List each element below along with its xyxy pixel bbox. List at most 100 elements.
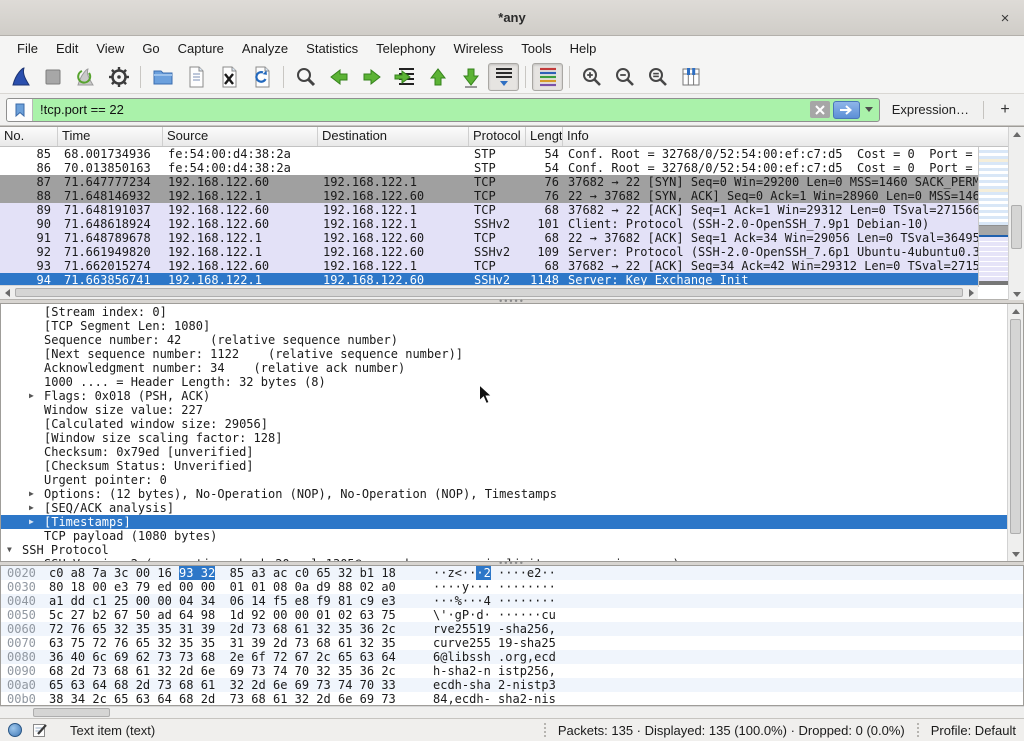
start-capture-button[interactable] xyxy=(4,63,35,91)
auto-scroll-button[interactable] xyxy=(488,63,519,91)
expander-arrow[interactable] xyxy=(29,375,44,389)
expander-arrow[interactable] xyxy=(29,361,44,375)
menu-capture[interactable]: Capture xyxy=(169,38,233,59)
expander-arrow[interactable]: ▶ xyxy=(29,515,44,529)
capture-options-button[interactable] xyxy=(103,63,134,91)
hex-row[interactable]: 0040a1 dd c1 25 00 00 04 34 06 14 f5 e8 … xyxy=(1,594,1023,608)
close-icon[interactable]: × xyxy=(994,7,1016,29)
profile-label[interactable]: Profile: Default xyxy=(931,723,1016,738)
detail-line[interactable]: [Checksum Status: Unverified] xyxy=(1,459,1007,473)
expert-info-icon[interactable] xyxy=(8,723,22,737)
menu-edit[interactable]: Edit xyxy=(47,38,87,59)
scroll-thumb[interactable] xyxy=(33,708,110,717)
expander-arrow[interactable] xyxy=(29,431,44,445)
go-last-button[interactable] xyxy=(455,63,486,91)
hex-row[interactable]: 009068 2d 73 68 61 32 2d 6e 69 73 74 70 … xyxy=(1,664,1023,678)
detail-line[interactable]: ▶Flags: 0x018 (PSH, ACK) xyxy=(1,389,1007,403)
expander-arrow[interactable] xyxy=(29,529,44,543)
expander-arrow[interactable] xyxy=(29,403,44,417)
detail-line[interactable]: Checksum: 0x79ed [unverified] xyxy=(1,445,1007,459)
filter-apply-button[interactable] xyxy=(833,101,860,119)
go-first-button[interactable] xyxy=(422,63,453,91)
scroll-left-icon[interactable] xyxy=(0,286,14,299)
expander-arrow[interactable] xyxy=(29,445,44,459)
detail-line[interactable]: [Calculated window size: 29056] xyxy=(1,417,1007,431)
menu-help[interactable]: Help xyxy=(561,38,606,59)
detail-line[interactable]: TCP payload (1080 bytes) xyxy=(1,529,1007,543)
packet-row-88[interactable]: 8871.648146932192.168.122.1192.168.122.6… xyxy=(0,189,978,203)
menu-statistics[interactable]: Statistics xyxy=(297,38,367,59)
detail-line[interactable]: Acknowledgment number: 34 (relative ack … xyxy=(1,361,1007,375)
expander-arrow[interactable] xyxy=(29,319,44,333)
resize-columns-button[interactable] xyxy=(675,63,706,91)
reload-file-button[interactable] xyxy=(246,63,277,91)
menu-file[interactable]: File xyxy=(8,38,47,59)
menu-telephony[interactable]: Telephony xyxy=(367,38,444,59)
find-packet-button[interactable] xyxy=(290,63,321,91)
stop-capture-button[interactable] xyxy=(37,63,68,91)
packet-row-93[interactable]: 9371.662015274192.168.122.60192.168.122.… xyxy=(0,259,978,273)
hex-row[interactable]: 003080 18 00 e3 79 ed 00 00 01 01 08 0a … xyxy=(1,580,1023,594)
menu-go[interactable]: Go xyxy=(133,38,168,59)
detail-line[interactable]: [Window size scaling factor: 128] xyxy=(1,431,1007,445)
bytes-hscrollbar[interactable] xyxy=(0,706,1024,718)
scroll-thumb[interactable] xyxy=(1010,319,1021,534)
colorize-packets-button[interactable] xyxy=(532,63,563,91)
scroll-up-icon[interactable] xyxy=(1008,304,1024,318)
go-back-button[interactable] xyxy=(323,63,354,91)
detail-line-timestamps-selected[interactable]: ▶[Timestamps] xyxy=(1,515,1007,529)
capture-comment-icon[interactable] xyxy=(32,722,48,738)
expander-arrow[interactable] xyxy=(29,473,44,487)
detail-line[interactable]: [Stream index: 0] xyxy=(1,305,1007,319)
packet-minimap[interactable] xyxy=(978,147,1008,287)
hex-row[interactable]: 00b038 34 2c 65 63 64 68 2d 73 68 61 32 … xyxy=(1,692,1023,706)
packet-list-hscrollbar[interactable] xyxy=(0,285,978,299)
packet-row-85[interactable]: 8568.001734936fe:54:00:d4:38:2aSTP54Conf… xyxy=(0,147,978,161)
packet-row-90[interactable]: 9071.648618924192.168.122.60192.168.122.… xyxy=(0,217,978,231)
hex-row[interactable]: 007063 75 72 76 65 32 35 35 31 39 2d 73 … xyxy=(1,636,1023,650)
hex-row[interactable]: 008036 40 6c 69 62 73 73 68 2e 6f 72 67 … xyxy=(1,650,1023,664)
expander-arrow[interactable] xyxy=(29,417,44,431)
packet-row-89[interactable]: 8971.648191037192.168.122.60192.168.122.… xyxy=(0,203,978,217)
zoom-out-button[interactable] xyxy=(609,63,640,91)
packet-row-92[interactable]: 9271.661949820192.168.122.1192.168.122.6… xyxy=(0,245,978,259)
column-header-destination[interactable]: Destination xyxy=(318,127,469,146)
go-forward-button[interactable] xyxy=(356,63,387,91)
column-header-time[interactable]: Time xyxy=(58,127,163,146)
scroll-thumb[interactable] xyxy=(15,288,963,297)
display-filter-input[interactable]: !tcp.port == 22 xyxy=(33,102,810,117)
expander-arrow[interactable]: ▶ xyxy=(29,557,44,561)
expander-arrow[interactable] xyxy=(29,305,44,319)
expander-arrow[interactable] xyxy=(29,347,44,361)
packet-list-vscrollbar[interactable] xyxy=(1008,127,1024,301)
scroll-right-icon[interactable] xyxy=(964,286,978,299)
open-file-button[interactable] xyxy=(147,63,178,91)
restart-capture-button[interactable] xyxy=(70,63,101,91)
scroll-down-icon[interactable] xyxy=(1008,547,1024,561)
go-to-packet-button[interactable] xyxy=(389,63,420,91)
filter-clear-button[interactable] xyxy=(810,101,830,118)
column-header-no[interactable]: No. xyxy=(0,127,58,146)
add-filter-button[interactable]: + xyxy=(992,101,1018,119)
zoom-reset-button[interactable] xyxy=(642,63,673,91)
scroll-down-icon[interactable] xyxy=(1009,287,1024,301)
hex-row[interactable]: 00a065 63 64 68 2d 73 68 61 32 2d 6e 69 … xyxy=(1,678,1023,692)
hex-row[interactable]: 006072 76 65 32 35 35 31 39 2d 73 68 61 … xyxy=(1,622,1023,636)
hex-row[interactable]: 00505c 27 b2 67 50 ad 64 98 1d 92 00 00 … xyxy=(1,608,1023,622)
expander-arrow[interactable]: ▶ xyxy=(29,487,44,501)
detail-line[interactable]: ▶[SEQ/ACK analysis] xyxy=(1,501,1007,515)
filter-history-caret[interactable] xyxy=(865,107,873,112)
detail-line[interactable]: [Next sequence number: 1122 (relative se… xyxy=(1,347,1007,361)
detail-line[interactable]: 1000 .... = Header Length: 32 bytes (8) xyxy=(1,375,1007,389)
column-header-source[interactable]: Source xyxy=(163,127,318,146)
expander-arrow[interactable] xyxy=(29,459,44,473)
expander-arrow[interactable] xyxy=(29,333,44,347)
column-header-protocol[interactable]: Protocol xyxy=(469,127,526,146)
expression-button[interactable]: Expression… xyxy=(892,102,969,117)
expander-arrow[interactable]: ▶ xyxy=(29,501,44,515)
menu-tools[interactable]: Tools xyxy=(512,38,560,59)
menu-analyze[interactable]: Analyze xyxy=(233,38,297,59)
scroll-up-icon[interactable] xyxy=(1009,127,1024,141)
expander-arrow[interactable]: ▶ xyxy=(29,389,44,403)
menu-wireless[interactable]: Wireless xyxy=(444,38,512,59)
